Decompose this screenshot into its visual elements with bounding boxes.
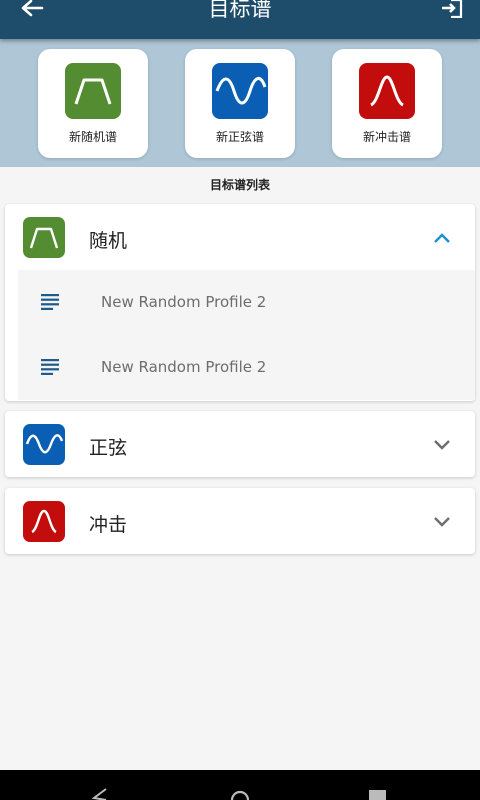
chevron-down-icon[interactable] bbox=[433, 516, 451, 528]
nav-recents-icon[interactable] bbox=[368, 789, 388, 800]
exit-icon[interactable] bbox=[440, 0, 464, 18]
page-title: 目标谱 bbox=[208, 0, 272, 21]
shock-profile-icon bbox=[359, 63, 415, 119]
chevron-up-icon[interactable] bbox=[433, 232, 451, 244]
sine-profile-icon bbox=[212, 63, 268, 119]
nav-home-icon[interactable] bbox=[229, 788, 251, 800]
profile-name: New Random Profile 2 bbox=[101, 293, 267, 311]
group-header-sine[interactable]: 正弦 bbox=[5, 411, 475, 477]
group-shock: 冲击 bbox=[5, 488, 475, 554]
group-name: 随机 bbox=[89, 230, 128, 252]
tool-label: 新冲击谱 bbox=[362, 130, 411, 144]
chevron-down-icon[interactable] bbox=[433, 439, 451, 451]
sine-profile-icon bbox=[23, 424, 65, 465]
new-random-profile-button[interactable]: 新随机谱 bbox=[38, 49, 148, 158]
random-profile-icon bbox=[65, 63, 121, 119]
tool-label: 新正弦谱 bbox=[215, 130, 264, 144]
document-lines-icon bbox=[41, 294, 59, 310]
group-name: 正弦 bbox=[89, 437, 128, 459]
group-header-random[interactable]: 随机 bbox=[5, 204, 475, 270]
new-shock-profile-button[interactable]: 新冲击谱 bbox=[332, 49, 442, 158]
group-random: 随机 New Random Profile 2 New Random Profi… bbox=[5, 204, 475, 401]
list-item[interactable]: New Random Profile 2 bbox=[18, 335, 475, 400]
profile-list-title: 目标谱列表 bbox=[209, 178, 270, 192]
tool-label: 新随机谱 bbox=[68, 130, 117, 144]
group-name: 冲击 bbox=[89, 514, 128, 536]
random-profile-icon bbox=[23, 217, 65, 258]
system-nav-bar bbox=[0, 770, 480, 800]
shock-profile-icon bbox=[23, 501, 65, 542]
group-sine: 正弦 bbox=[5, 411, 475, 477]
document-lines-icon bbox=[41, 359, 59, 375]
profile-name: New Random Profile 2 bbox=[101, 358, 267, 376]
list-item[interactable]: New Random Profile 2 bbox=[18, 270, 475, 335]
new-sine-profile-button[interactable]: 新正弦谱 bbox=[185, 49, 295, 158]
nav-back-icon[interactable] bbox=[90, 788, 110, 800]
app-bar: 目标谱 bbox=[0, 0, 480, 39]
new-profile-toolbar: 新随机谱 新正弦谱 新冲击谱 bbox=[0, 39, 480, 167]
group-header-shock[interactable]: 冲击 bbox=[5, 488, 475, 554]
